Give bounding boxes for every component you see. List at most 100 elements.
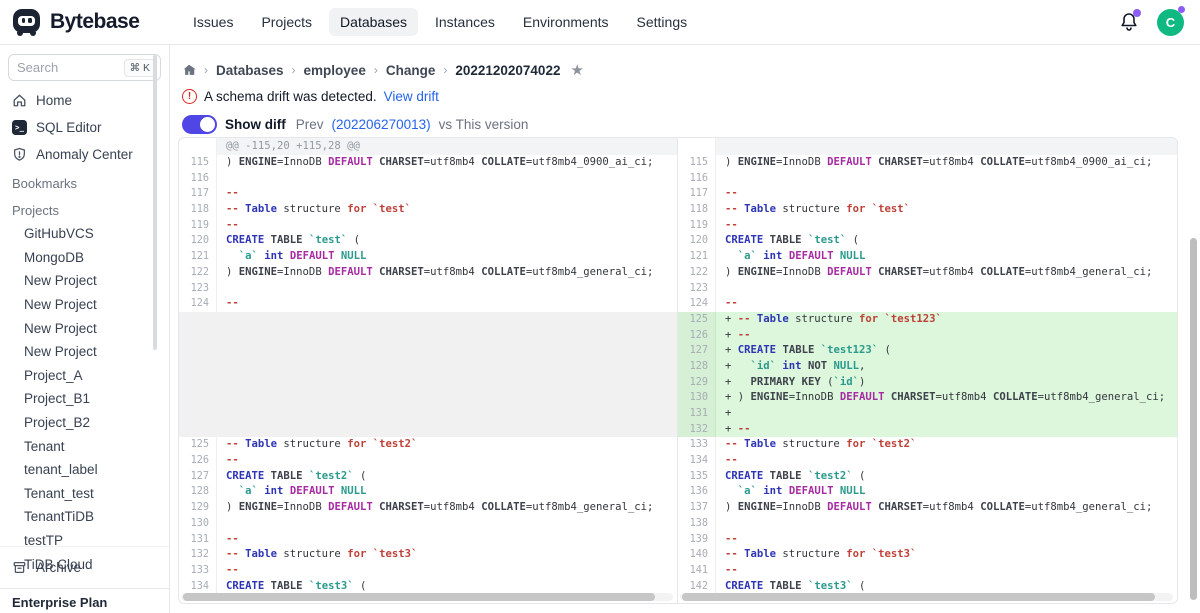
- nav-menu: IssuesProjectsDatabasesInstancesEnvironm…: [182, 8, 698, 36]
- diff-row: 124--: [179, 296, 677, 312]
- sidebar-item-home[interactable]: Home: [0, 87, 169, 114]
- user-avatar[interactable]: C: [1157, 9, 1184, 36]
- diff-hunk-header: @@ -115,20 +115,28 @@: [179, 138, 677, 155]
- diff-row: 137) ENGINE=InnoDB DEFAULT CHARSET=utf8m…: [678, 500, 1177, 516]
- project-item[interactable]: TenantTiDB: [0, 505, 169, 529]
- diff-row: 120CREATE TABLE `test` (: [678, 233, 1177, 249]
- horizontal-scrollbar-track: [181, 593, 673, 601]
- project-item[interactable]: Project_B2: [0, 411, 169, 435]
- sidebar-item-sql-editor[interactable]: >_ SQL Editor: [0, 114, 169, 141]
- diff-row: 125+ -- Table structure for `test123`: [678, 312, 1177, 328]
- diff-row: 139--: [678, 532, 1177, 548]
- diff-row: 128+ `id` int NOT NULL,: [678, 359, 1177, 375]
- project-item[interactable]: Tenant_test: [0, 482, 169, 506]
- project-item[interactable]: Tenant: [0, 434, 169, 458]
- nav-item-instances[interactable]: Instances: [424, 8, 506, 36]
- breadcrumb-separator: ›: [374, 63, 378, 77]
- diff-row: 142CREATE TABLE `test3` (: [678, 579, 1177, 595]
- project-item[interactable]: MongoDB: [0, 246, 169, 270]
- alert-message: A schema drift was detected.: [204, 89, 377, 104]
- nav-item-issues[interactable]: Issues: [182, 8, 244, 36]
- view-drift-link[interactable]: View drift: [384, 89, 439, 104]
- diff-row: 129+ PRIMARY KEY (`id`): [678, 375, 1177, 391]
- project-item[interactable]: tenant_label: [0, 458, 169, 482]
- diff-row: 141--: [678, 563, 1177, 579]
- diff-viewer: @@ -115,20 +115,28 @@115) ENGINE=InnoDB …: [178, 137, 1178, 604]
- diff-row: 119--: [678, 218, 1177, 234]
- diff-row: 119--: [179, 218, 677, 234]
- bookmarks-section-label: Bookmarks: [0, 168, 169, 195]
- diff-row: 120CREATE TABLE `test` (: [179, 233, 677, 249]
- diff-row: 122) ENGINE=InnoDB DEFAULT CHARSET=utf8m…: [678, 265, 1177, 281]
- prev-label: Prev: [296, 117, 324, 132]
- avatar-letter: C: [1166, 15, 1175, 30]
- breadcrumb: › Databases › employee › Change › 202212…: [170, 45, 1200, 79]
- diff-filler-row: [179, 359, 677, 375]
- diff-row: 121 `a` int DEFAULT NULL: [179, 249, 677, 265]
- sidebar-item-anomaly-center[interactable]: Anomaly Center: [0, 141, 169, 168]
- projects-section-label: Projects: [0, 195, 169, 222]
- breadcrumb-databases[interactable]: Databases: [216, 63, 284, 78]
- breadcrumb-separator: ›: [204, 63, 208, 77]
- diff-filler-row: [179, 390, 677, 406]
- diff-pane-left: @@ -115,20 +115,28 @@115) ENGINE=InnoDB …: [179, 138, 678, 603]
- diff-filler-row: [179, 422, 677, 438]
- diff-row: 130: [179, 516, 677, 532]
- diff-row: 127CREATE TABLE `test2` (: [179, 469, 677, 485]
- diff-row: 133-- Table structure for `test2`: [678, 437, 1177, 453]
- diff-row: 121 `a` int DEFAULT NULL: [678, 249, 1177, 265]
- project-item[interactable]: New Project: [0, 293, 169, 317]
- project-item[interactable]: GitHubVCS: [0, 222, 169, 246]
- diff-row: 131--: [179, 532, 677, 548]
- diff-row: 127+ CREATE TABLE `test123` (: [678, 343, 1177, 359]
- nav-item-databases[interactable]: Databases: [329, 8, 418, 36]
- search-input[interactable]: [17, 60, 109, 75]
- sidebar-item-label: Anomaly Center: [36, 147, 133, 162]
- breadcrumb-separator: ›: [292, 63, 296, 77]
- bytebase-logo[interactable]: Bytebase: [0, 7, 170, 37]
- page-scrollbar[interactable]: [1190, 238, 1197, 600]
- breadcrumb-version: 20221202074022: [455, 63, 560, 78]
- diff-row: 125-- Table structure for `test2`: [179, 437, 677, 453]
- project-item[interactable]: New Project: [0, 269, 169, 293]
- project-item[interactable]: New Project: [0, 316, 169, 340]
- diff-row: 131+: [678, 406, 1177, 422]
- diff-row: 136 `a` int DEFAULT NULL: [678, 484, 1177, 500]
- diff-row: 123: [179, 281, 677, 297]
- search-box[interactable]: ⌘ K: [8, 54, 161, 81]
- show-diff-toggle[interactable]: [182, 115, 217, 134]
- sidebar-item-label: Home: [36, 93, 72, 108]
- sidebar-scrollbar[interactable]: [153, 55, 157, 350]
- horizontal-scrollbar-left[interactable]: [183, 593, 655, 601]
- top-navigation: Bytebase IssuesProjectsDatabasesInstance…: [0, 0, 1200, 45]
- breadcrumb-employee[interactable]: employee: [304, 63, 366, 78]
- diff-filler-row: [179, 328, 677, 344]
- show-diff-label: Show diff: [225, 117, 286, 132]
- diff-row: 132+ --: [678, 422, 1177, 438]
- diff-row: 134--: [678, 453, 1177, 469]
- prev-version-link[interactable]: (202206270013): [332, 117, 431, 132]
- sidebar-item-archive[interactable]: Archive: [0, 554, 169, 581]
- archive-icon: [12, 560, 27, 575]
- sidebar-item-label: SQL Editor: [36, 120, 102, 135]
- horizontal-scrollbar-right[interactable]: [682, 593, 1155, 601]
- brand-name: Bytebase: [50, 10, 139, 34]
- diff-row: 118-- Table structure for `test`: [678, 202, 1177, 218]
- nav-item-settings[interactable]: Settings: [626, 8, 699, 36]
- home-breadcrumb-icon[interactable]: [182, 63, 196, 77]
- project-item[interactable]: New Project: [0, 340, 169, 364]
- nav-item-environments[interactable]: Environments: [512, 8, 620, 36]
- project-item[interactable]: Project_B1: [0, 387, 169, 411]
- breadcrumb-change[interactable]: Change: [386, 63, 436, 78]
- diff-row: 126+ --: [678, 328, 1177, 344]
- bookmark-star-icon[interactable]: ★: [570, 61, 583, 79]
- diff-row: 118-- Table structure for `test`: [179, 202, 677, 218]
- main-content: › Databases › employee › Change › 202212…: [170, 45, 1200, 613]
- notification-bell-icon[interactable]: [1119, 11, 1139, 33]
- diff-hunk-header: [678, 138, 1177, 155]
- diff-row: 115) ENGINE=InnoDB DEFAULT CHARSET=utf8m…: [678, 155, 1177, 171]
- project-item[interactable]: Project_A: [0, 364, 169, 388]
- diff-row: 116: [179, 171, 677, 187]
- nav-item-projects[interactable]: Projects: [250, 8, 323, 36]
- diff-row: 130+ ) ENGINE=InnoDB DEFAULT CHARSET=utf…: [678, 390, 1177, 406]
